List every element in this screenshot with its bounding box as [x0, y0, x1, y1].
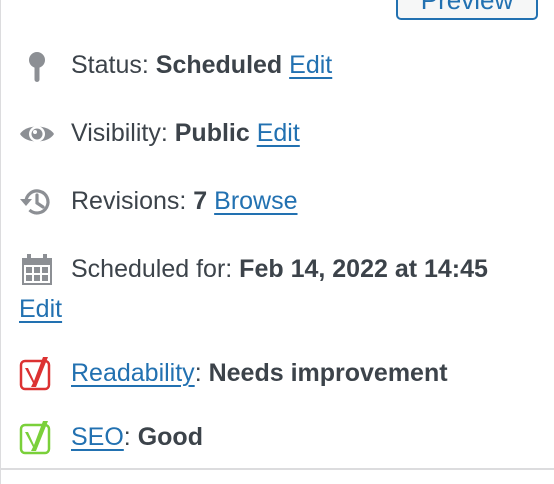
- readability-value: Needs improvement: [208, 359, 448, 387]
- seo-link[interactable]: SEO: [71, 423, 124, 451]
- scheduled-value: Feb 14, 2022 at 14:45: [239, 255, 488, 283]
- eye-icon: [19, 116, 55, 152]
- visibility-edit-link[interactable]: Edit: [257, 119, 300, 147]
- pin-icon: [19, 50, 55, 86]
- status-label: Status:: [71, 51, 149, 79]
- scheduled-edit-row: Edit: [19, 292, 544, 326]
- preview-button[interactable]: Preview: [396, 0, 538, 20]
- readability-link[interactable]: Readability: [71, 359, 195, 387]
- revisions-text: Revisions: 7 Browse: [71, 184, 298, 218]
- seo-text: SEO: Good: [71, 420, 203, 454]
- visibility-value: Public: [174, 119, 250, 147]
- calendar-icon: [19, 252, 55, 288]
- revisions-label: Revisions:: [71, 187, 187, 215]
- scheduled-edit-link[interactable]: Edit: [19, 295, 62, 323]
- seo-value: Good: [137, 423, 203, 451]
- scheduled-label: Scheduled for:: [71, 255, 233, 283]
- readability-text: Readability: Needs improvement: [71, 356, 448, 390]
- revisions-value: 7: [193, 187, 208, 215]
- yoast-red-icon: [19, 356, 55, 392]
- readability-separator: :: [194, 359, 202, 387]
- status-text: Status: Scheduled Edit: [71, 48, 332, 82]
- section-divider: [1, 468, 554, 470]
- visibility-text: Visibility: Public Edit: [71, 116, 300, 150]
- visibility-label: Visibility:: [71, 119, 168, 147]
- revisions-browse-link[interactable]: Browse: [214, 187, 297, 215]
- status-edit-link[interactable]: Edit: [289, 51, 332, 79]
- history-icon: [19, 184, 55, 220]
- status-value: Scheduled: [155, 51, 283, 79]
- yoast-green-icon: [19, 420, 55, 456]
- scheduled-text: Scheduled for: Feb 14, 2022 at 14:45: [71, 252, 488, 286]
- publish-panel: Preview Status: Scheduled Edit Visibilit…: [0, 0, 554, 484]
- seo-separator: :: [123, 423, 131, 451]
